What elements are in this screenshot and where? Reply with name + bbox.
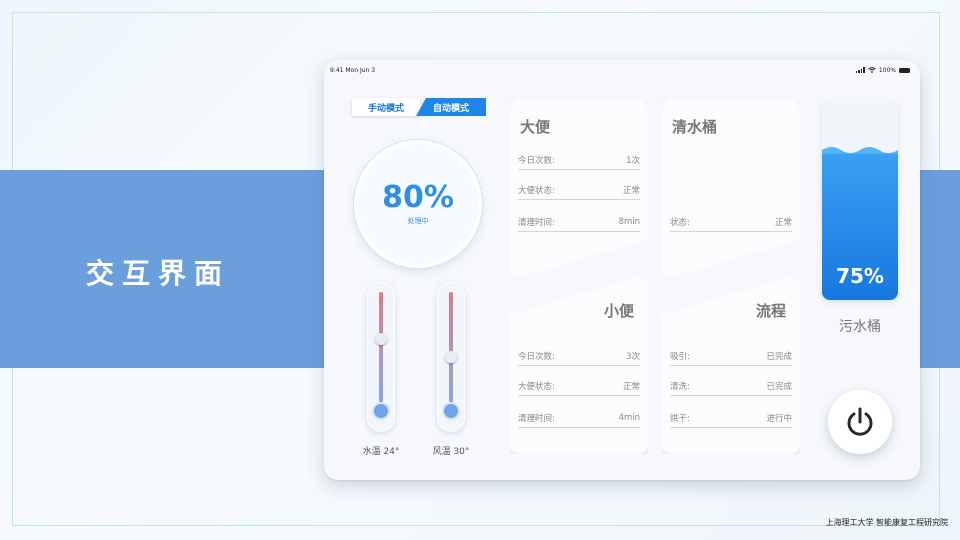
row-label: 状态: [670,217,690,228]
gauge-value: 80% [382,179,454,215]
clean-tank-row-status: 状态: 正常 [670,212,792,232]
signal-icon [855,67,865,73]
battery-percent: 100% [878,66,896,74]
thermo-tube [379,292,383,410]
urine-card: 小便 今日次数: 3次 大便状态: 正常 清理时间: 4min [510,276,648,454]
manual-mode-button[interactable]: 手动模式 [352,98,420,116]
row-value: 进行中 [766,413,792,424]
footer-text: 上海理工大学 智能康复工程研究院 [825,518,948,527]
urine-row-count: 今日次数: 3次 [518,346,640,366]
urine-row-time: 清理时间: 4min [518,408,640,428]
wifi-icon [868,67,876,73]
clean-tank-card: 清水桶 状态: 正常 [662,100,800,278]
process-row-dry: 烘干: 进行中 [670,408,792,428]
status-bar: 9:41 Mon Jun 3 100% [330,64,910,76]
auto-mode-button[interactable]: 自动模式 [416,98,486,116]
mode-switch[interactable]: 手动模式 自动模式 [352,98,486,116]
stool-card: 大便 今日次数: 1次 大便状态: 正常 清理时间: 8min [510,100,648,278]
air-temp-slider[interactable] [437,282,465,432]
clean-tank-card-title: 清水桶 [672,118,718,136]
row-label: 清理时间: [518,217,555,228]
row-value: 正常 [622,185,640,196]
stool-row-status: 大便状态: 正常 [518,180,640,200]
thermometer-bulb-icon [444,404,458,418]
row-value: 4min [618,412,640,423]
row-value: 正常 [774,217,792,228]
urine-row-status: 大便状态: 正常 [518,376,640,396]
waste-tank-gauge: 75% [822,100,898,300]
process-row-suction: 吸引: 已完成 [670,346,792,366]
waste-tank-value: 75% [836,264,884,288]
water-temp-knob[interactable] [375,333,387,346]
row-value: 8min [618,216,640,227]
row-label: 今日次数: [518,351,555,362]
row-value: 已完成 [766,351,792,362]
power-icon [847,407,873,436]
row-label: 吸引: [670,351,690,362]
thermometer-bulb-icon [374,404,388,418]
progress-gauge: 80% 处理中 [354,140,482,268]
stool-row-time: 清理时间: 8min [518,212,640,232]
status-time: 9:41 Mon Jun 3 [330,66,376,74]
waste-tank-label: 污水桶 [839,319,881,335]
process-card: 流程 吸引: 已完成 清洗: 已完成 烘干: 进行中 [662,276,800,454]
row-value: 已完成 [766,381,792,392]
water-temp-label: 水温 24° [362,447,400,457]
row-label: 大便状态: [518,381,555,392]
urine-card-title: 小便 [603,302,634,320]
gauge-subtitle: 处理中 [407,216,429,225]
row-value: 正常 [622,381,640,392]
row-value: 1次 [626,155,640,166]
tablet-screen: 9:41 Mon Jun 3 100% 手动模式 自动模式 80% 处理中 水温… [324,60,920,480]
status-indicators: 100% [855,66,910,74]
water-temp-slider[interactable] [367,282,395,432]
row-value: 3次 [626,351,640,362]
row-label: 清洗: [670,381,690,392]
row-label: 清理时间: [518,413,555,424]
row-label: 烘干: [670,413,690,424]
row-label: 今日次数: [518,155,555,166]
stool-row-count: 今日次数: 1次 [518,150,640,170]
process-row-wash: 清洗: 已完成 [670,376,792,396]
stool-card-title: 大便 [520,118,551,136]
air-temp-label: 风温 30° [432,447,470,457]
battery-icon [899,67,910,73]
power-button[interactable] [828,390,892,454]
process-card-title: 流程 [755,302,786,320]
row-label: 大便状态: [518,185,555,196]
slide-title: 交互界面 [86,257,231,290]
air-temp-knob[interactable] [445,350,457,363]
